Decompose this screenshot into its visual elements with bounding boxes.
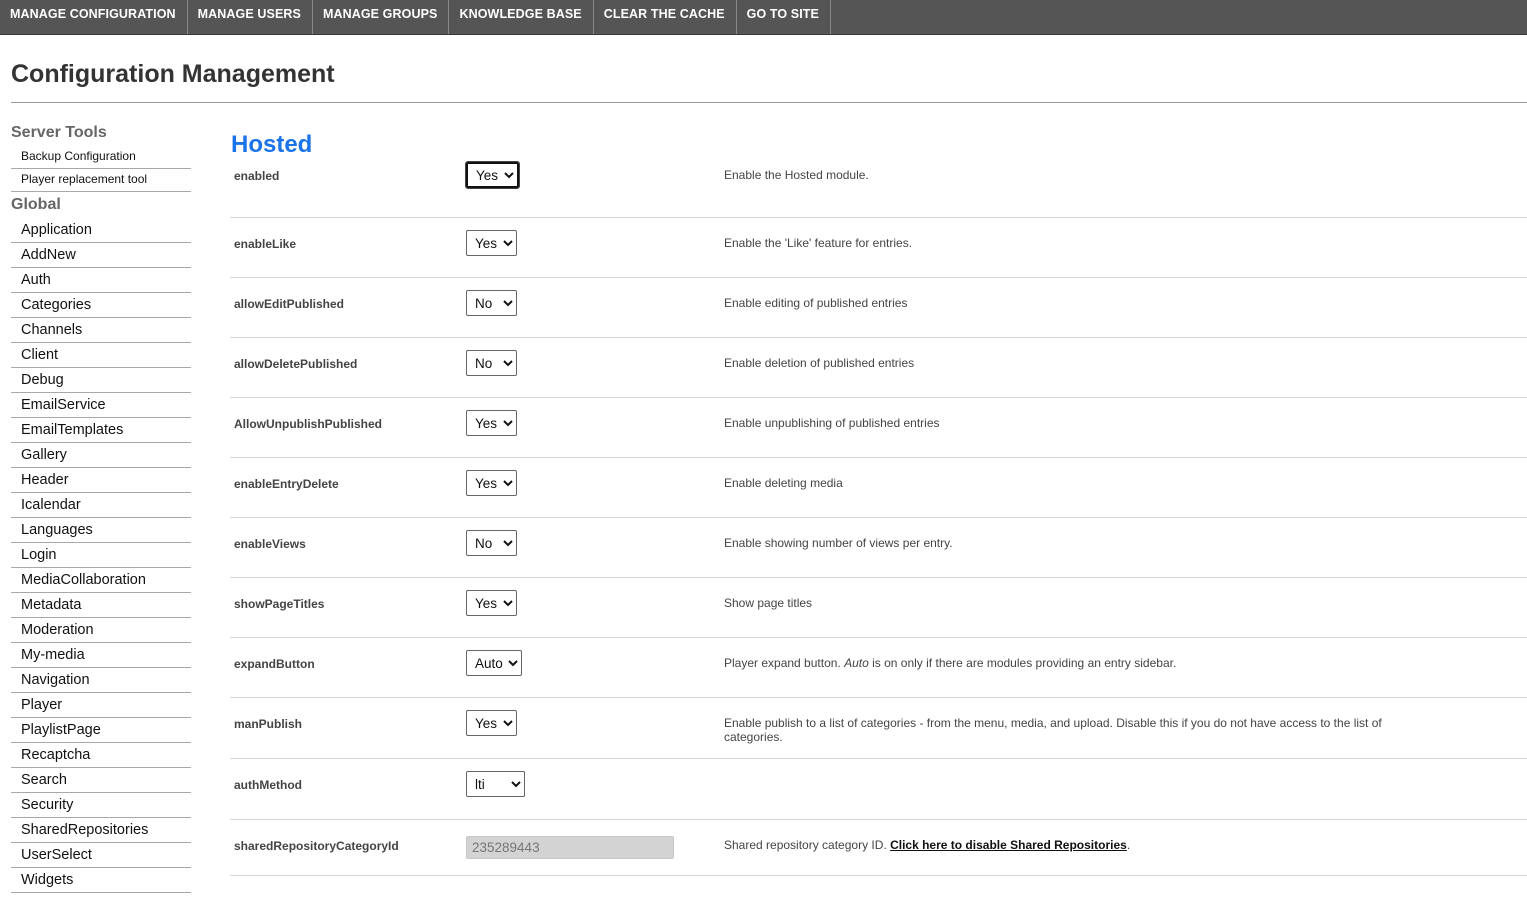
sidebar-item-languages[interactable]: Languages — [11, 518, 191, 543]
sidebar-item-userselect[interactable]: UserSelect — [11, 843, 191, 868]
setting-label: enableLike — [234, 237, 297, 251]
setting-row-showpagetitles: showPageTitles YesNo Show page titles — [230, 578, 1527, 638]
sidebar-item-channels[interactable]: Channels — [11, 318, 191, 343]
setting-label: authMethod — [234, 778, 302, 792]
setting-row-alloweditpublished: allowEditPublished NoYes Enable editing … — [230, 278, 1527, 338]
setting-description: Enable publish to a list of categories -… — [724, 716, 1382, 744]
setting-row-manpublish: manPublish YesNo Enable publish to a lis… — [230, 698, 1527, 759]
page-title: Configuration Management — [11, 60, 335, 88]
setting-description: Shared repository category ID. Click her… — [724, 838, 1131, 852]
setting-label: expandButton — [234, 657, 315, 671]
enablelike-select[interactable]: YesNo — [466, 230, 517, 256]
setting-row-expandbutton: expandButton AutoYesNo Player expand but… — [230, 638, 1527, 698]
sidebar-item-security[interactable]: Security — [11, 793, 191, 818]
sidebar-item-header[interactable]: Header — [11, 468, 191, 493]
sidebar-item-addnew[interactable]: AddNew — [11, 243, 191, 268]
setting-description: Enable deletion of published entries — [724, 356, 915, 370]
sidebar: Server Tools Backup Configuration Player… — [11, 118, 191, 893]
setting-label: showPageTitles — [234, 597, 325, 611]
setting-description: Show page titles — [724, 596, 813, 610]
enableentrydelete-select[interactable]: YesNo — [466, 470, 517, 496]
setting-description: Player expand button. Auto is on only if… — [724, 656, 1177, 670]
setting-row-authmethod: authMethod lti — [230, 759, 1527, 820]
sidebar-item-client[interactable]: Client — [11, 343, 191, 368]
setting-label: enableViews — [234, 537, 306, 551]
sidebar-item-debug[interactable]: Debug — [11, 368, 191, 393]
sidebar-item-player[interactable]: Player — [11, 693, 191, 718]
sidebar-item-emailtemplates[interactable]: EmailTemplates — [11, 418, 191, 443]
setting-description: Enable showing number of views per entry… — [724, 536, 953, 550]
setting-label: sharedRepositoryCategoryId — [234, 839, 399, 853]
nav-go-to-site[interactable]: GO TO SITE — [737, 0, 831, 34]
sidebar-item-mediacollaboration[interactable]: MediaCollaboration — [11, 568, 191, 593]
sidebar-item-categories[interactable]: Categories — [11, 293, 191, 318]
sidebar-item-backup-configuration[interactable]: Backup Configuration — [11, 146, 191, 169]
setting-row-sharedrepositorycategoryid: sharedRepositoryCategoryId Shared reposi… — [230, 820, 1527, 876]
alloweditpublished-select[interactable]: NoYes — [466, 290, 517, 316]
allowunpublishpublished-select[interactable]: YesNo — [466, 410, 517, 436]
sidebar-heading-server-tools: Server Tools — [11, 124, 107, 141]
sharedrepositorycategoryid-input[interactable] — [466, 836, 674, 859]
setting-description: Enable the Hosted module. — [724, 168, 869, 182]
sidebar-heading-global: Global — [11, 196, 61, 213]
setting-label: allowDeletePublished — [234, 357, 358, 371]
sidebar-item-moderation[interactable]: Moderation — [11, 618, 191, 643]
authmethod-select[interactable]: lti — [466, 771, 525, 797]
settings-panel: Hosted enabled YesNo Enable the Hosted m… — [230, 128, 1527, 876]
nav-clear-the-cache[interactable]: CLEAR THE CACHE — [594, 0, 737, 34]
expandbutton-select[interactable]: AutoYesNo — [466, 650, 522, 676]
sidebar-item-player-replacement-tool[interactable]: Player replacement tool — [11, 169, 191, 192]
setting-label: enabled — [234, 169, 280, 183]
sidebar-item-application[interactable]: Application — [11, 218, 191, 243]
nav-manage-configuration[interactable]: MANAGE CONFIGURATION — [0, 0, 188, 34]
allowdeletepublished-select[interactable]: NoYes — [466, 350, 517, 376]
setting-row-allowunpublishpublished: AllowUnpublishPublished YesNo Enable unp… — [230, 398, 1527, 458]
nav-manage-users[interactable]: MANAGE USERS — [188, 0, 313, 34]
sidebar-item-login[interactable]: Login — [11, 543, 191, 568]
sidebar-item-emailservice[interactable]: EmailService — [11, 393, 191, 418]
setting-row-enablelike: enableLike YesNo Enable the 'Like' featu… — [230, 218, 1527, 278]
nav-manage-groups[interactable]: MANAGE GROUPS — [313, 0, 450, 34]
sidebar-item-my-media[interactable]: My-media — [11, 643, 191, 668]
disable-shared-repositories-link[interactable]: Click here to disable Shared Repositorie… — [890, 838, 1127, 852]
enableviews-select[interactable]: NoYes — [466, 530, 517, 556]
setting-description: Enable the 'Like' feature for entries. — [724, 236, 913, 250]
setting-row-enabled: enabled YesNo Enable the Hosted module. — [230, 161, 1527, 218]
showpagetitles-select[interactable]: YesNo — [466, 590, 517, 616]
manpublish-select[interactable]: YesNo — [466, 710, 517, 736]
setting-row-allowdeletepublished: allowDeletePublished NoYes Enable deleti… — [230, 338, 1527, 398]
setting-label: AllowUnpublishPublished — [234, 417, 382, 431]
sidebar-item-recaptcha[interactable]: Recaptcha — [11, 743, 191, 768]
sidebar-item-search[interactable]: Search — [11, 768, 191, 793]
setting-label: allowEditPublished — [234, 297, 345, 311]
setting-label: manPublish — [234, 717, 303, 731]
top-navigation: MANAGE CONFIGURATION MANAGE USERS MANAGE… — [0, 0, 1527, 35]
setting-row-enableviews: enableViews NoYes Enable showing number … — [230, 518, 1527, 578]
setting-label: enableEntryDelete — [234, 477, 339, 491]
sidebar-item-navigation[interactable]: Navigation — [11, 668, 191, 693]
sidebar-item-auth[interactable]: Auth — [11, 268, 191, 293]
section-title: Hosted — [231, 131, 313, 158]
sidebar-item-gallery[interactable]: Gallery — [11, 443, 191, 468]
sidebar-item-widgets[interactable]: Widgets — [11, 868, 191, 893]
nav-knowledge-base[interactable]: KNOWLEDGE BASE — [449, 0, 594, 34]
sidebar-item-icalendar[interactable]: Icalendar — [11, 493, 191, 518]
setting-row-enableentrydelete: enableEntryDelete YesNo Enable deleting … — [230, 458, 1527, 518]
setting-description: Enable unpublishing of published entries — [724, 416, 940, 430]
sidebar-item-sharedrepositories[interactable]: SharedRepositories — [11, 818, 191, 843]
setting-description: Enable editing of published entries — [724, 296, 908, 310]
enabled-select[interactable]: YesNo — [465, 161, 520, 189]
title-divider — [11, 102, 1527, 103]
setting-description: Enable deleting media — [724, 476, 843, 490]
sidebar-item-playlistpage[interactable]: PlaylistPage — [11, 718, 191, 743]
sidebar-item-metadata[interactable]: Metadata — [11, 593, 191, 618]
